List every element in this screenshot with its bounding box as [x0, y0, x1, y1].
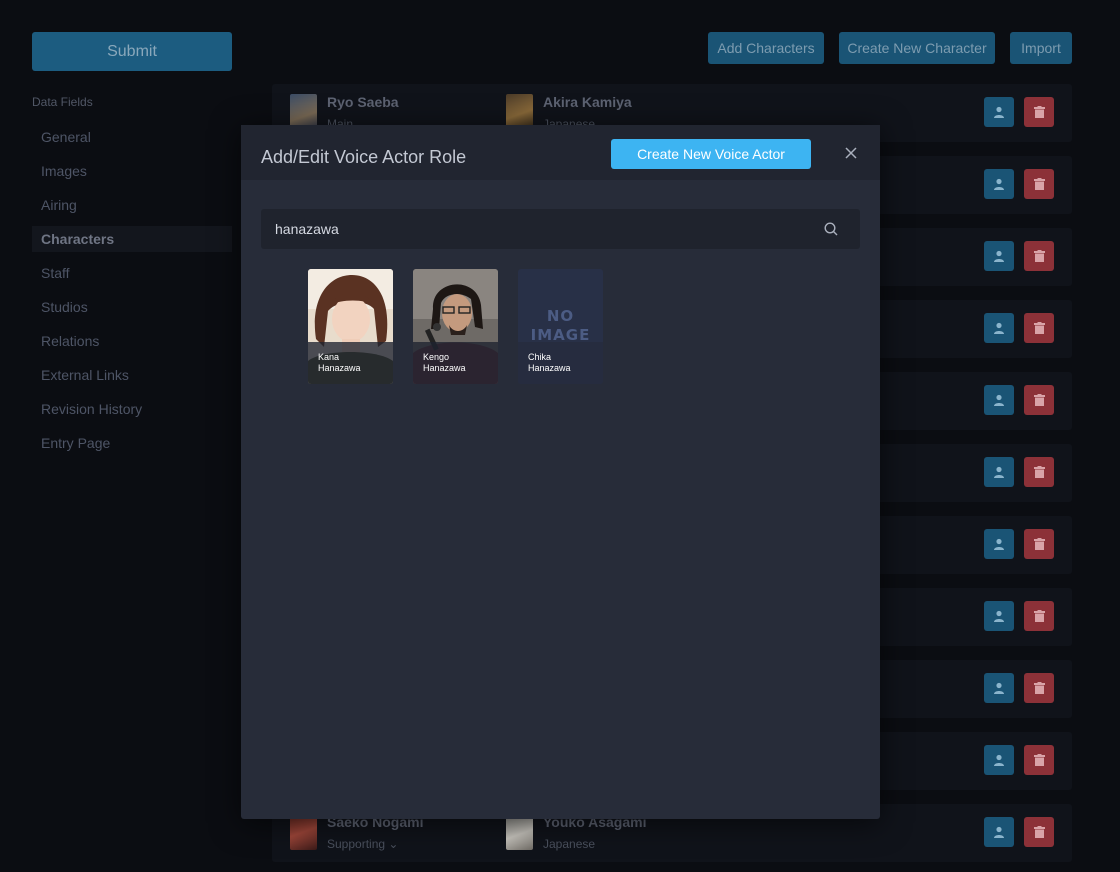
delete-button[interactable] — [1024, 97, 1054, 127]
sidebar-item-studios[interactable]: Studios — [32, 290, 232, 324]
result-card-kana-hanazawa[interactable]: Kana Hanazawa — [308, 269, 393, 384]
sidebar: General Images Airing Characters Staff S… — [32, 120, 232, 460]
page: Submit Add Characters Create New Charact… — [0, 0, 1120, 872]
sidebar-heading: Data Fields — [32, 95, 93, 109]
result-last-name: Hanazawa — [318, 363, 361, 373]
trash-icon — [1033, 394, 1045, 406]
person-icon — [994, 610, 1004, 622]
sidebar-item-revision-history[interactable]: Revision History — [32, 392, 232, 426]
result-name: Kengo Hanazawa — [413, 342, 498, 384]
sidebar-item-staff[interactable]: Staff — [32, 256, 232, 290]
sidebar-item-general[interactable]: General — [32, 120, 232, 154]
character-name: Ryo Saeba — [327, 94, 399, 110]
person-icon — [994, 682, 1004, 694]
trash-icon — [1033, 322, 1045, 334]
delete-button[interactable] — [1024, 673, 1054, 703]
submit-button[interactable]: Submit — [32, 32, 232, 71]
close-button[interactable] — [841, 143, 861, 163]
result-first-name: Chika — [528, 352, 552, 362]
edit-voice-actor-button[interactable] — [984, 97, 1014, 127]
sidebar-item-external-links[interactable]: External Links — [32, 358, 232, 392]
edit-voice-actor-button[interactable] — [984, 601, 1014, 631]
person-icon — [994, 322, 1004, 334]
add-characters-button[interactable]: Add Characters — [708, 32, 824, 64]
person-icon — [994, 178, 1004, 190]
person-icon — [994, 466, 1004, 478]
result-last-name: Hanazawa — [528, 363, 571, 373]
person-icon — [994, 394, 1004, 406]
trash-icon — [1033, 178, 1045, 190]
result-first-name: Kengo — [423, 352, 450, 362]
search-icon[interactable] — [823, 221, 839, 237]
character-role-select[interactable]: Supporting ⌄ — [327, 837, 398, 851]
close-icon — [845, 147, 857, 159]
edit-voice-actor-button[interactable] — [984, 673, 1014, 703]
search-box — [261, 209, 860, 249]
edit-voice-actor-button[interactable] — [984, 313, 1014, 343]
trash-icon — [1033, 250, 1045, 262]
trash-icon — [1033, 466, 1045, 478]
sidebar-item-relations[interactable]: Relations — [32, 324, 232, 358]
delete-button[interactable] — [1024, 529, 1054, 559]
edit-voice-actor-button[interactable] — [984, 457, 1014, 487]
modal-title: Add/Edit Voice Actor Role — [261, 147, 467, 167]
modal-header: Add/Edit Voice Actor Role Create New Voi… — [241, 125, 880, 180]
person-icon — [994, 106, 1004, 118]
person-icon — [994, 826, 1004, 838]
edit-voice-actor-button[interactable] — [984, 745, 1014, 775]
trash-icon — [1033, 538, 1045, 550]
voice-actor-avatar[interactable] — [506, 814, 533, 850]
edit-voice-actor-button[interactable] — [984, 817, 1014, 847]
sidebar-item-images[interactable]: Images — [32, 154, 232, 188]
person-icon — [994, 754, 1004, 766]
create-new-character-button[interactable]: Create New Character — [839, 32, 995, 64]
edit-voice-actor-button[interactable] — [984, 385, 1014, 415]
delete-button[interactable] — [1024, 745, 1054, 775]
trash-icon — [1033, 106, 1045, 118]
role-label: Supporting — [327, 837, 386, 851]
result-card-kengo-hanazawa[interactable]: Kengo Hanazawa — [413, 269, 498, 384]
no-image-line-1: NO — [546, 307, 575, 325]
result-first-name: Kana — [318, 352, 340, 362]
edit-voice-actor-button[interactable] — [984, 169, 1014, 199]
create-new-voice-actor-button[interactable]: Create New Voice Actor — [611, 139, 811, 169]
voice-actor-language: Japanese — [543, 837, 596, 851]
character-avatar[interactable] — [290, 814, 317, 850]
person-icon — [994, 250, 1004, 262]
trash-icon — [1033, 826, 1045, 838]
trash-icon — [1033, 682, 1045, 694]
trash-icon — [1033, 754, 1045, 766]
voice-actor-role-modal: Add/Edit Voice Actor Role Create New Voi… — [241, 125, 880, 819]
search-input[interactable] — [261, 209, 821, 249]
sidebar-item-characters[interactable]: Characters — [32, 226, 232, 252]
result-last-name: Hanazawa — [423, 363, 466, 373]
person-icon — [994, 538, 1004, 550]
delete-button[interactable] — [1024, 601, 1054, 631]
delete-button[interactable] — [1024, 817, 1054, 847]
result-name: Kana Hanazawa — [308, 342, 393, 384]
delete-button[interactable] — [1024, 241, 1054, 271]
result-name: Chika Hanazawa — [518, 342, 603, 384]
import-button[interactable]: Import — [1010, 32, 1072, 64]
sidebar-item-airing[interactable]: Airing — [32, 188, 232, 222]
edit-voice-actor-button[interactable] — [984, 241, 1014, 271]
delete-button[interactable] — [1024, 385, 1054, 415]
chevron-down-icon: ⌄ — [388, 837, 399, 851]
result-card-chika-hanazawa[interactable]: NO IMAGE Chika Hanazawa — [518, 269, 603, 384]
delete-button[interactable] — [1024, 313, 1054, 343]
edit-voice-actor-button[interactable] — [984, 529, 1014, 559]
trash-icon — [1033, 610, 1045, 622]
delete-button[interactable] — [1024, 169, 1054, 199]
delete-button[interactable] — [1024, 457, 1054, 487]
no-image-placeholder: NO IMAGE — [518, 307, 603, 345]
voice-actor-name: Akira Kamiya — [543, 94, 632, 110]
sidebar-item-entry-page[interactable]: Entry Page — [32, 426, 232, 460]
